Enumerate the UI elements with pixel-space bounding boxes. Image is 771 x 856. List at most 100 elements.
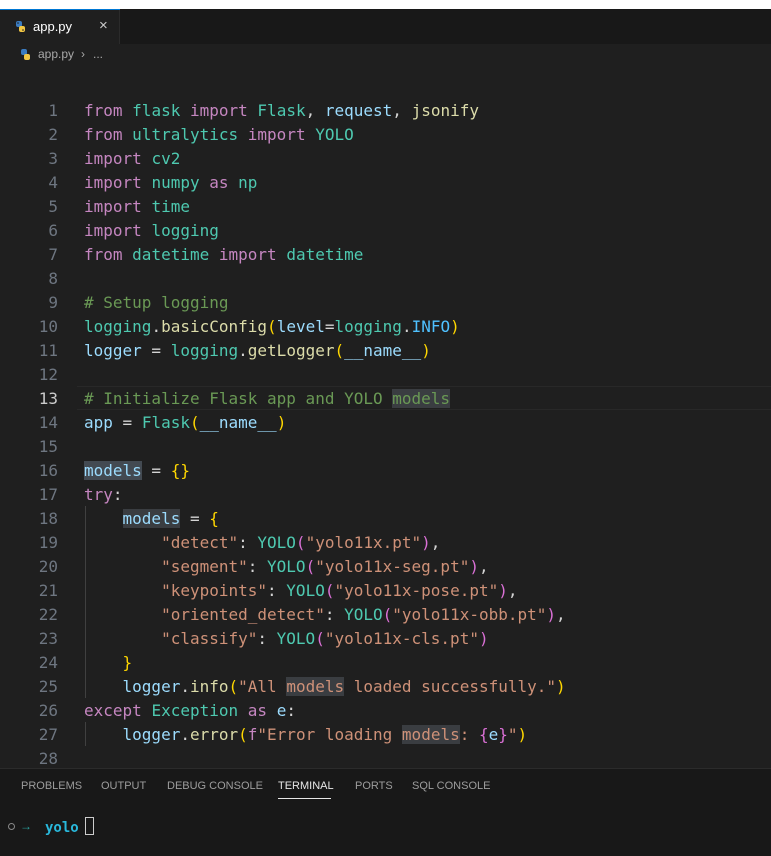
code-token: ) bbox=[469, 557, 479, 576]
line-number: 11 bbox=[38, 341, 58, 360]
code-line[interactable]: 1 from flask import Flask, request, jsoni… bbox=[0, 98, 771, 122]
code-line[interactable]: 5 import time bbox=[0, 194, 771, 218]
code-line[interactable]: 8 bbox=[0, 266, 771, 290]
tab-output[interactable]: OUTPUT bbox=[101, 780, 146, 792]
code-token: as bbox=[247, 701, 268, 720]
code-line[interactable]: 7 from datetime import datetime bbox=[0, 242, 771, 266]
code-token: import bbox=[84, 197, 142, 216]
code-editor[interactable]: 1 from flask import Flask, request, jsoni… bbox=[0, 98, 771, 768]
code-text: import numpy as np bbox=[84, 173, 257, 192]
code-line[interactable]: 26 except Exception as e: bbox=[0, 698, 771, 722]
code-token: "yolo11x-seg.pt" bbox=[315, 557, 470, 576]
code-token: : bbox=[324, 605, 345, 624]
code-line[interactable]: 17 try: bbox=[0, 482, 771, 506]
tab-terminal[interactable]: TERMINAL bbox=[278, 780, 334, 792]
code-token: logging bbox=[334, 317, 402, 336]
active-tab-indicator bbox=[0, 9, 120, 10]
code-token: cv2 bbox=[151, 149, 181, 168]
tab-problems[interactable]: PROBLEMS bbox=[21, 780, 82, 792]
code-token: logger bbox=[122, 677, 181, 696]
code-token: getLogger bbox=[247, 341, 335, 360]
code-token: request bbox=[324, 101, 393, 120]
code-token: Exception bbox=[151, 701, 239, 720]
line-number: 24 bbox=[38, 653, 58, 672]
code-line[interactable]: 27 logger.error(f"Error loading models: … bbox=[0, 722, 771, 746]
code-token: e bbox=[276, 701, 287, 720]
code-line[interactable]: 3 import cv2 bbox=[0, 146, 771, 170]
code-token: ( bbox=[295, 533, 306, 552]
code-text: "classify": YOLO("yolo11x-cls.pt") bbox=[84, 629, 489, 648]
code-token: ) bbox=[421, 533, 431, 552]
code-token: logger bbox=[122, 725, 181, 744]
code-token: ) bbox=[450, 317, 460, 336]
line-number: 18 bbox=[38, 509, 58, 528]
code-token: , bbox=[507, 581, 518, 600]
chevron-right-icon: › bbox=[81, 47, 85, 61]
code-line[interactable]: 12 bbox=[0, 362, 771, 386]
tab-app-py[interactable]: app.py × bbox=[0, 9, 120, 44]
code-token: basicConfig bbox=[161, 317, 268, 336]
code-token: Flask bbox=[141, 413, 190, 432]
code-line[interactable]: 20 "segment": YOLO("yolo11x-seg.pt"), bbox=[0, 554, 771, 578]
close-icon[interactable]: × bbox=[99, 17, 108, 34]
code-token: : bbox=[286, 701, 296, 720]
code-line[interactable]: 14 app = Flask(__name__) bbox=[0, 410, 771, 434]
code-text: except Exception as e: bbox=[84, 701, 296, 720]
code-line[interactable]: 11 logger = logging.getLogger(__name__) bbox=[0, 338, 771, 362]
code-text: import logging bbox=[84, 221, 219, 240]
line-number: 19 bbox=[38, 533, 58, 552]
breadcrumb-symbols[interactable]: ... bbox=[93, 47, 103, 61]
code-token: flask bbox=[132, 101, 181, 120]
code-line[interactable]: 2 from ultralytics import YOLO bbox=[0, 122, 771, 146]
code-token: = bbox=[324, 317, 335, 336]
code-text: logger = logging.getLogger(__name__) bbox=[84, 341, 431, 360]
code-token: , bbox=[392, 101, 412, 120]
code-token: ultralytics bbox=[132, 125, 239, 144]
line-number: 9 bbox=[48, 293, 58, 312]
code-token: "segment" bbox=[161, 557, 248, 576]
code-token: app bbox=[84, 413, 113, 432]
code-token: __name__ bbox=[199, 413, 277, 432]
code-line[interactable]: 24 } bbox=[0, 650, 771, 674]
code-line[interactable]: 13 # Initialize Flask app and YOLO models bbox=[0, 386, 771, 410]
line-number: 21 bbox=[38, 581, 58, 600]
code-line[interactable]: 21 "keypoints": YOLO("yolo11x-pose.pt"), bbox=[0, 578, 771, 602]
code-text: "detect": YOLO("yolo11x.pt"), bbox=[84, 533, 440, 552]
active-panel-tab-indicator bbox=[278, 798, 331, 799]
code-line[interactable]: 25 logger.info("All models loaded succes… bbox=[0, 674, 771, 698]
code-token: : bbox=[257, 629, 277, 648]
code-line[interactable]: 9 # Setup logging bbox=[0, 290, 771, 314]
code-line[interactable]: 10 logging.basicConfig(level=logging.INFO… bbox=[0, 314, 771, 338]
code-line[interactable]: 15 bbox=[0, 434, 771, 458]
terminal-cursor[interactable] bbox=[85, 817, 94, 835]
code-line[interactable]: 19 "detect": YOLO("yolo11x.pt"), bbox=[0, 530, 771, 554]
code-token: models bbox=[286, 677, 345, 696]
code-line[interactable]: 6 import logging bbox=[0, 218, 771, 242]
code-line[interactable]: 22 "oriented_detect": YOLO("yolo11x-obb.… bbox=[0, 602, 771, 626]
line-number: 6 bbox=[48, 221, 58, 240]
tab-sql-console[interactable]: SQL CONSOLE bbox=[412, 780, 490, 792]
code-token: import bbox=[218, 245, 277, 264]
code-line[interactable]: 4 import numpy as np bbox=[0, 170, 771, 194]
code-line[interactable]: 16 models = {} bbox=[0, 458, 771, 482]
code-token: "oriented_detect" bbox=[161, 605, 325, 624]
line-number: 3 bbox=[48, 149, 58, 168]
window-top-strip bbox=[0, 0, 771, 9]
code-text: import time bbox=[84, 197, 190, 216]
code-line[interactable]: 23 "classify": YOLO("yolo11x-cls.pt") bbox=[0, 626, 771, 650]
tab-debug-console[interactable]: DEBUG CONSOLE bbox=[167, 780, 263, 792]
code-token: . bbox=[180, 677, 190, 696]
code-token: time bbox=[151, 197, 190, 216]
breadcrumb-file[interactable]: app.py bbox=[38, 47, 74, 61]
code-token: level bbox=[276, 317, 325, 336]
tab-ports[interactable]: PORTS bbox=[355, 780, 393, 792]
code-token: as bbox=[209, 173, 229, 192]
code-line[interactable]: 28 bbox=[0, 746, 771, 768]
code-line[interactable]: 18 models = { bbox=[0, 506, 771, 530]
code-token: info bbox=[189, 677, 229, 696]
line-number: 28 bbox=[38, 749, 58, 768]
